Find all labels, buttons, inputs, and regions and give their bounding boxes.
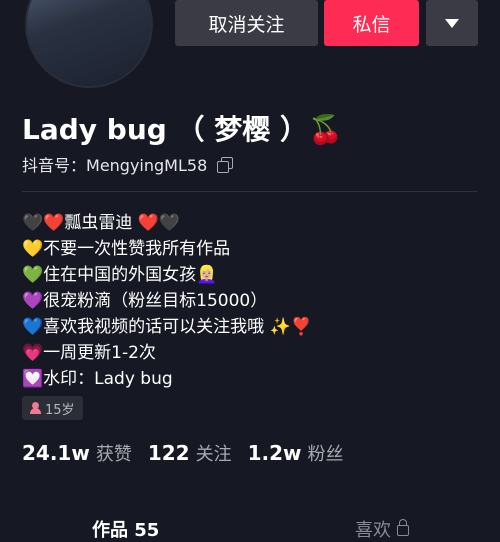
bio-line: 💟水印：Lady bug <box>22 369 173 389</box>
person-icon <box>30 402 41 414</box>
chevron-down-icon <box>445 18 459 28</box>
age-badge: 15岁 <box>22 396 83 420</box>
avatar[interactable] <box>25 0 153 88</box>
stat-followers[interactable]: 1.2w 粉丝 <box>248 440 344 466</box>
stat-likes[interactable]: 24.1w 获赞 <box>22 440 132 466</box>
bio: 🖤❤️瓢虫雷迪 ❤️🖤 💛不要一次性赞我所有作品 💚住在中国的外国女孩👱🏼‍♀️… <box>22 210 312 392</box>
bio-line: 🖤❤️瓢虫雷迪 ❤️🖤 <box>22 213 181 233</box>
tab-likes[interactable]: 喜欢 <box>355 516 409 542</box>
unfollow-label: 取消关注 <box>208 13 285 36</box>
bio-line: 💚住在中国的外国女孩👱🏼‍♀️ <box>22 265 218 285</box>
tab-works[interactable]: 作品 55 <box>92 516 159 542</box>
bio-line: 💜很宠粉滴（粉丝目标15000） <box>22 291 268 311</box>
age-text: 15岁 <box>45 402 75 418</box>
lock-icon <box>397 519 409 536</box>
stats-row: 24.1w 获赞 122 关注 1.2w 粉丝 <box>22 440 359 466</box>
divider <box>22 191 478 192</box>
tab-likes-label: 喜欢 <box>355 520 391 541</box>
stat-value: 122 <box>147 441 190 465</box>
stat-value: 1.2w <box>247 441 302 465</box>
account-id-row: 抖音号：MengyingML58 <box>22 152 234 176</box>
stat-label: 粉丝 <box>307 444 344 465</box>
message-button[interactable]: 私信 <box>324 0 419 46</box>
message-label: 私信 <box>352 13 391 36</box>
stat-following[interactable]: 122 关注 <box>148 440 232 466</box>
unfollow-button[interactable]: 取消关注 <box>175 0 318 46</box>
bio-line: 💛不要一次性赞我所有作品 <box>22 239 231 259</box>
copy-icon[interactable] <box>217 157 234 173</box>
bio-line: 💙喜欢我视频的话可以关注我哦 ✨❣️ <box>22 317 312 337</box>
account-id-label: 抖音号：MengyingML58 <box>22 156 208 175</box>
bio-line: 💗一周更新1-2次 <box>22 343 156 363</box>
profile-name: Lady bug （ 梦樱 ）🍒 <box>22 113 343 146</box>
stat-value: 24.1w <box>22 441 90 465</box>
stat-label: 获赞 <box>95 444 132 465</box>
more-dropdown-button[interactable] <box>426 0 478 46</box>
profile-tabs: 作品 55 喜欢 <box>0 512 500 542</box>
stat-label: 关注 <box>195 444 232 465</box>
